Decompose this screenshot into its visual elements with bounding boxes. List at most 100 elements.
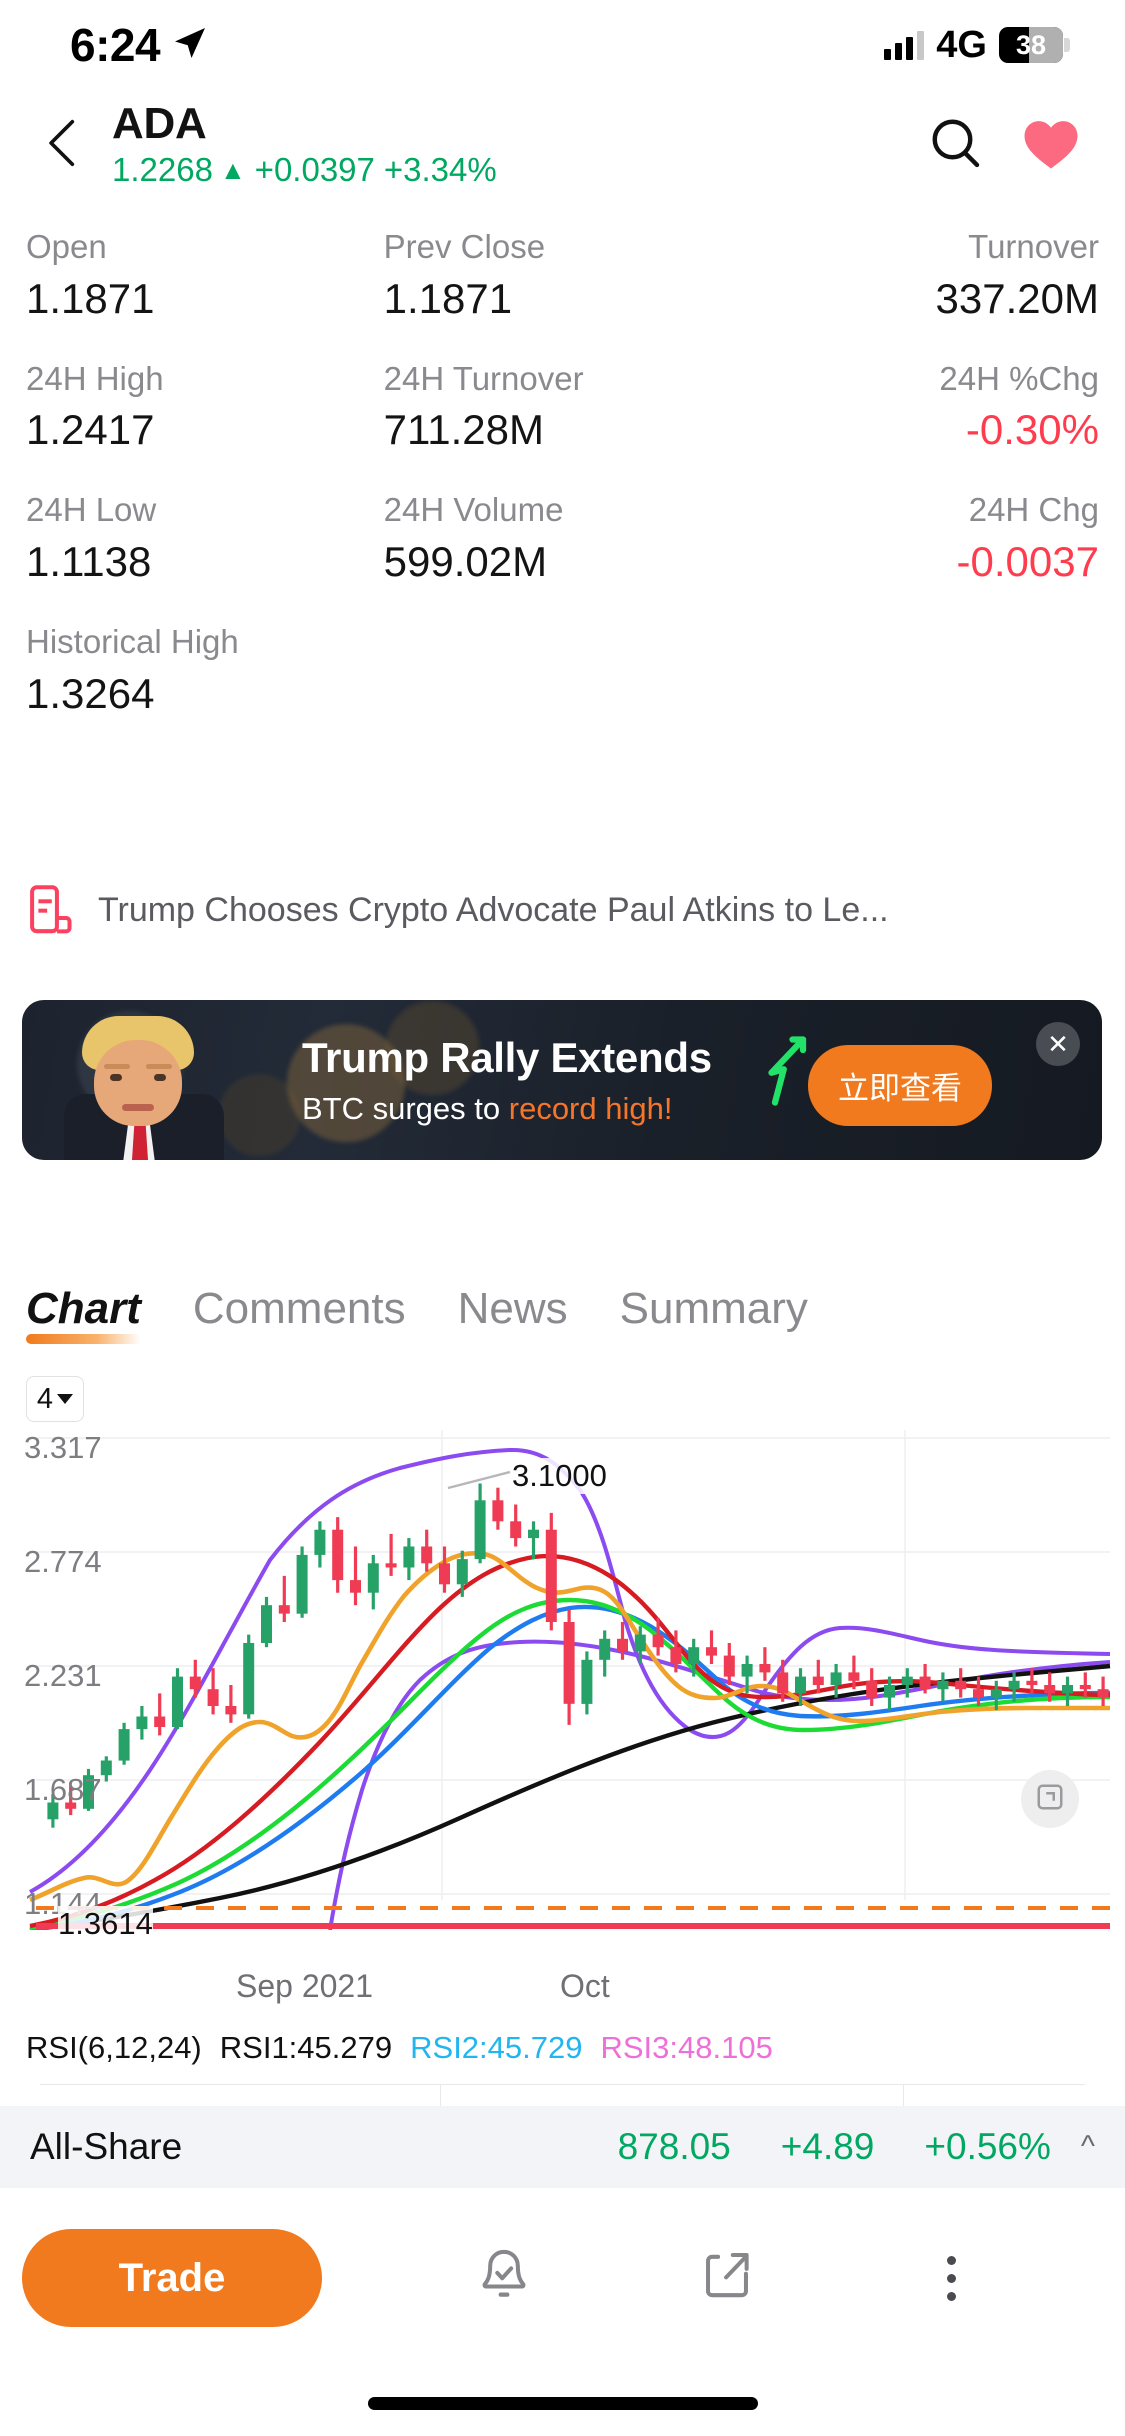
index-change: +4.89: [780, 2126, 875, 2167]
stat-value: 337.20M: [935, 274, 1099, 322]
timeframe-selector[interactable]: 4: [26, 1376, 84, 1422]
stat-value: 711.28M: [383, 406, 544, 454]
tab-label: News: [457, 1284, 568, 1333]
candle-series: [47, 1483, 1109, 1828]
header-price: 1.2268: [112, 150, 213, 188]
stats-row: Open 1.1871 Prev Close 1.1871 Turnover 3…: [26, 196, 1099, 328]
y-tick-2: 2.231: [24, 1658, 102, 1693]
share-button[interactable]: [688, 2239, 766, 2317]
banner-cta-button[interactable]: 立即查看: [808, 1045, 992, 1126]
price-up-arrow-icon: ▲: [219, 154, 246, 185]
news-headline-row[interactable]: Trump Chooses Crypto Advocate Paul Atkin…: [0, 868, 1125, 952]
close-icon[interactable]: ✕: [1036, 1022, 1080, 1066]
stat-value: 1.1138: [26, 538, 152, 586]
news-headline: Trump Chooses Crypto Advocate Paul Atkin…: [98, 890, 889, 929]
header-change: +0.0397: [254, 150, 375, 188]
header-quote: 1.2268 ▲ +0.0397 +3.34%: [112, 151, 925, 189]
search-icon: [928, 115, 984, 176]
tab-comments[interactable]: Comments: [193, 1284, 406, 1344]
location-arrow-icon: [172, 18, 208, 72]
stat-value: 1.1871: [26, 274, 155, 322]
stat-24h-low: 24H Low 1.1138: [26, 459, 384, 591]
search-button[interactable]: [925, 114, 987, 176]
banner-subtitle-plain: BTC surges to: [302, 1090, 509, 1126]
status-time-group: 6:24: [70, 18, 208, 72]
news-document-icon: [28, 882, 74, 938]
tab-active-underline: [26, 1334, 141, 1344]
quote-stats-grid: Open 1.1871 Prev Close 1.1871 Turnover 3…: [0, 196, 1125, 722]
bottom-toolbar: Trade: [0, 2188, 1125, 2368]
heart-icon: [1020, 115, 1082, 176]
index-summary-bar[interactable]: All-Share 878.05 +4.89 +0.56% ^: [0, 2106, 1125, 2188]
expand-icon: [1035, 1782, 1065, 1817]
battery-icon: 38: [999, 27, 1070, 63]
home-indicator: [367, 2397, 758, 2410]
index-value: 878.05: [617, 2126, 731, 2167]
more-button[interactable]: [912, 2239, 990, 2317]
banner-subtitle-highlight: record high!: [508, 1090, 673, 1126]
timeframe-value: 4: [36, 1382, 54, 1415]
content-tabs: Chart Comments News Summary: [0, 1268, 1125, 1360]
expand-chart-button[interactable]: [1021, 1770, 1079, 1828]
stat-label: 24H %Chg: [939, 359, 1099, 397]
stats-row: Historical High 1.3264: [26, 591, 1099, 723]
price-chart-area[interactable]: 4 3.317 2.774 2.231 1.687 1.144 3.1000 1…: [0, 1368, 1125, 2004]
stat-label: 24H High: [26, 359, 164, 397]
toolbar-icons: [322, 2239, 1103, 2317]
app-screen: 6:24 4G 38 ADA 1.2268 ▲ +0.0397 +3.34% O…: [0, 0, 1125, 2436]
stats-row: 24H High 1.2417 24H Turnover 711.28M 24H…: [26, 328, 1099, 460]
tab-label: Comments: [192, 1284, 406, 1333]
stat-label: 24H Turnover: [383, 359, 584, 397]
stats-row: 24H Low 1.1138 24H Volume 599.02M 24H Ch…: [26, 459, 1099, 591]
chevron-left-icon: [44, 118, 78, 173]
status-time: 6:24: [70, 19, 161, 71]
stat-value: 599.02M: [383, 538, 548, 586]
network-type: 4G: [936, 23, 987, 66]
x-tick-0: Sep 2021: [236, 1968, 374, 2004]
stat-label: 24H Volume: [383, 491, 564, 529]
stat-label: 24H Low: [26, 491, 157, 529]
battery-level: 38: [1015, 29, 1047, 60]
favorite-button[interactable]: [1017, 114, 1085, 176]
back-button[interactable]: [28, 112, 94, 178]
trade-button[interactable]: Trade: [22, 2229, 322, 2327]
tab-chart[interactable]: Chart: [26, 1284, 141, 1344]
alert-button[interactable]: [465, 2239, 543, 2317]
rsi3-value: RSI3:48.105: [600, 2030, 773, 2065]
stat-prev-close: Prev Close 1.1871: [384, 196, 742, 328]
promo-banner[interactable]: Trump Rally Extends BTC surges to record…: [22, 1000, 1102, 1160]
stat-historical-high: Historical High 1.3264: [26, 591, 384, 723]
stat-value: 1.2417: [26, 406, 155, 454]
bell-check-icon: [477, 2247, 531, 2310]
stat-24h-chg: 24H Chg -0.0037: [741, 459, 1099, 591]
chart-high-annotation: 3.1000: [512, 1458, 607, 1494]
candlestick-plot: [29, 1430, 1111, 1930]
stat-value: 1.3264: [26, 669, 155, 717]
stat-value: -0.30%: [965, 406, 1099, 454]
status-indicators: 4G 38: [884, 23, 1070, 67]
stat-24h-pct-chg: 24H %Chg -0.30%: [741, 328, 1099, 460]
chevron-down-icon: [57, 1394, 74, 1404]
tab-summary[interactable]: Summary: [620, 1284, 808, 1344]
banner-title: Trump Rally Extends: [302, 1033, 712, 1081]
tab-label: Summary: [619, 1284, 808, 1333]
stat-label: Prev Close: [383, 228, 546, 265]
rsi-indicator-row[interactable]: RSI(6,12,24) RSI1:45.279 RSI2:45.729 RSI…: [26, 2030, 1106, 2066]
banner-portrait-image: [56, 1010, 232, 1160]
stat-empty: [741, 591, 1099, 723]
tab-news[interactable]: News: [458, 1284, 568, 1344]
x-tick-1: Oct: [560, 1968, 610, 2004]
tab-label: Chart: [26, 1284, 141, 1333]
more-vertical-icon: [946, 2255, 956, 2301]
chevron-up-icon[interactable]: ^: [1081, 2130, 1095, 2164]
header-title-block: ADA 1.2268 ▲ +0.0397 +3.34%: [94, 101, 925, 188]
rsi1-value: RSI1:45.279: [219, 2030, 393, 2065]
page-title: ADA: [112, 99, 207, 149]
y-tick-0: 3.317: [24, 1430, 102, 1465]
trend-up-arrow-icon: [762, 1036, 816, 1106]
rsi-divider: [40, 2084, 1085, 2085]
stat-label: 24H Chg: [968, 491, 1099, 529]
index-change-percent: +0.56%: [924, 2126, 1051, 2167]
stat-label: Open: [26, 228, 107, 265]
app-header: ADA 1.2268 ▲ +0.0397 +3.34%: [0, 90, 1125, 200]
